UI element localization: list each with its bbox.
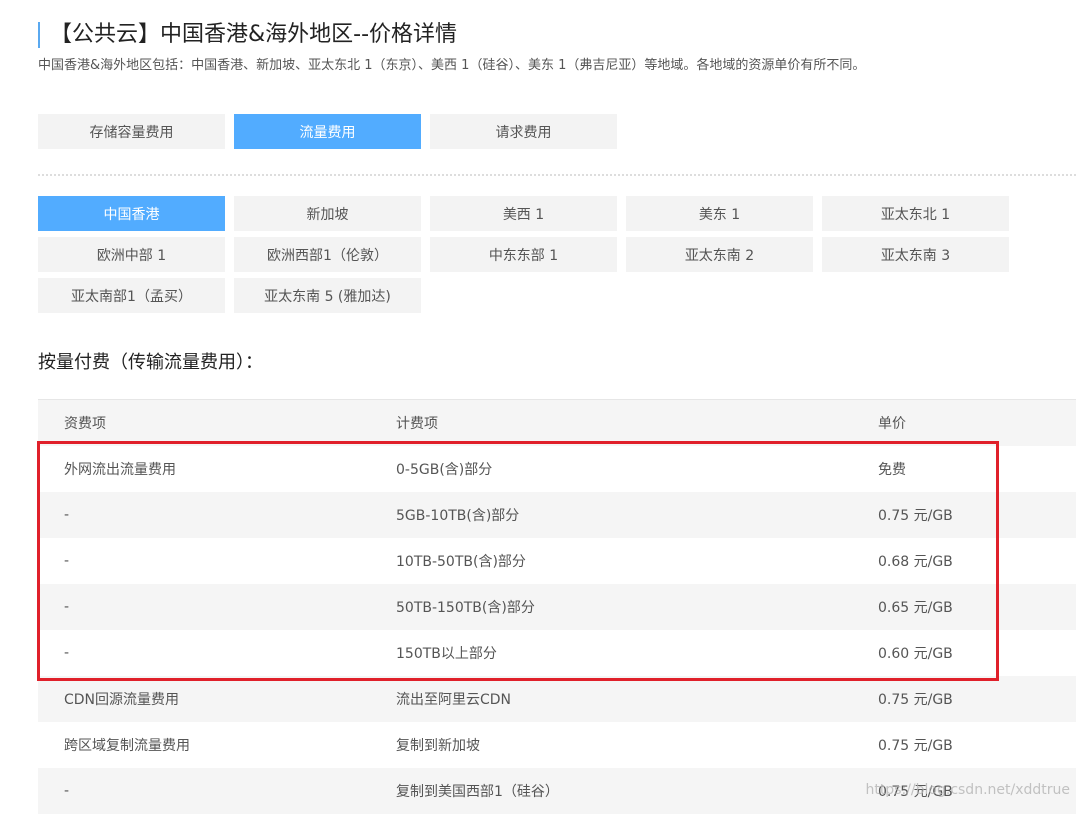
region-tab[interactable]: 欧洲西部1（伦敦） <box>234 237 421 272</box>
fee-tab[interactable]: 请求费用 <box>430 114 617 149</box>
region-selector: 中国香港 新加坡 美西 1 美东 1 亚太东北 1 欧洲中部 1 欧洲西部1（伦敦） 中东东部… <box>38 196 1028 313</box>
table-cell: 流出至阿里云CDN <box>396 691 512 708</box>
table-cell: 0.75 元/GB <box>878 691 953 708</box>
region-tab[interactable]: 中东东部 1 <box>430 237 617 272</box>
region-tab[interactable]: 亚太东南 2 <box>626 237 813 272</box>
region-tab[interactable]: 亚太南部1（孟买） <box>38 278 225 313</box>
table-cell: 复制到新加坡 <box>396 737 480 754</box>
fee-type-tabs: 存储容量费用 流量费用 请求费用 <box>38 114 617 149</box>
page-description: 中国香港&海外地区包括：中国香港、新加坡、亚太东北 1（东京）、美西 1（硅谷）… <box>38 58 866 73</box>
region-tab[interactable]: 美东 1 <box>626 196 813 231</box>
page-title: 【公共云】中国香港&海外地区--价格详情 <box>38 22 457 48</box>
region-tab[interactable]: 亚太东南 5 (雅加达) <box>234 278 421 313</box>
table-cell: 单价 <box>878 415 906 432</box>
region-tab[interactable]: 亚太东北 1 <box>822 196 1009 231</box>
table-cell: 复制到美国西部1（硅谷） <box>396 783 559 800</box>
region-tab[interactable]: 美西 1 <box>430 196 617 231</box>
table-cell: 计费项 <box>396 415 438 432</box>
table-cell: 资费项 <box>64 415 106 432</box>
region-tab[interactable]: 中国香港 <box>38 196 225 231</box>
table-cell: 0.75 元/GB <box>878 737 953 754</box>
watermark: https://blog.csdn.net/xddtrue <box>865 782 1070 798</box>
table-header-row: 资费项 计费项 单价 <box>38 399 1076 446</box>
fee-tab[interactable]: 存储容量费用 <box>38 114 225 149</box>
table-row: CDN回源流量费用 流出至阿里云CDN 0.75 元/GB <box>38 675 1076 722</box>
region-tab[interactable]: 亚太东南 3 <box>822 237 1009 272</box>
table-cell: CDN回源流量费用 <box>64 691 180 708</box>
region-tab[interactable]: 欧洲中部 1 <box>38 237 225 272</box>
table-cell: - <box>64 782 70 799</box>
table-row: 跨区域复制流量费用 复制到新加坡 0.75 元/GB <box>38 722 1076 768</box>
highlight-box <box>37 441 999 681</box>
fee-tab[interactable]: 流量费用 <box>234 114 421 149</box>
table-cell: 跨区域复制流量费用 <box>64 737 190 754</box>
section-title: 按量付费（传输流量费用）： <box>38 352 263 373</box>
divider <box>38 174 1076 176</box>
region-tab[interactable]: 新加坡 <box>234 196 421 231</box>
